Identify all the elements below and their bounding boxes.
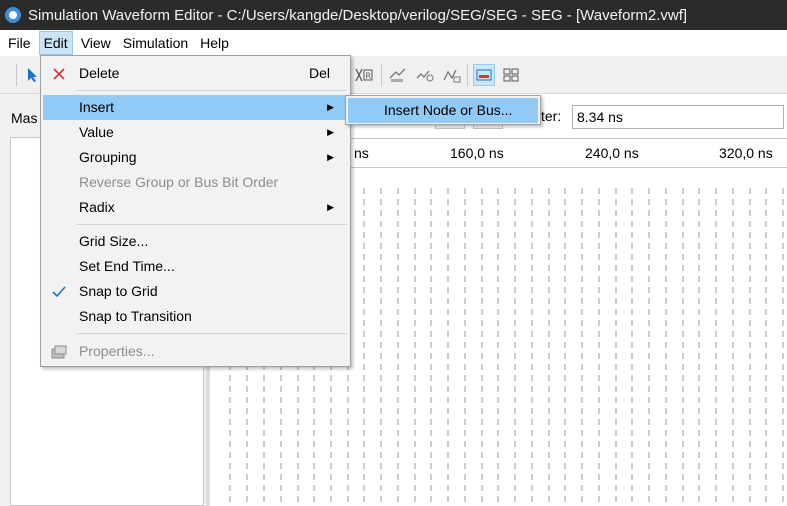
grid-size-icon[interactable] [500,64,522,86]
toolbar-separator [467,64,468,86]
svg-text:R: R [366,72,372,81]
menu-item-label: Snap to Transition [79,308,192,324]
title-bar: Simulation Waveform Editor - C:/Users/ka… [0,0,787,30]
menu-item-grouping[interactable]: Grouping ▶ [43,145,348,170]
menu-item-label: Insert Node or Bus... [384,102,513,118]
menu-item-label: Grouping [79,149,137,165]
menu-item-label: Radix [79,199,115,215]
pointer-label: ter: [541,108,562,124]
menu-simulation[interactable]: Simulation [119,31,192,55]
menu-item-snap-to-grid[interactable]: Snap to Grid [43,279,348,304]
menu-separator [77,333,347,334]
menu-item-insert-node-or-bus[interactable]: Insert Node or Bus... [348,98,538,123]
menu-item-set-end-time[interactable]: Set End Time... [43,254,348,279]
delete-x-icon [49,61,69,86]
random-value-icon[interactable] [441,64,463,86]
menu-item-properties: Properties... [43,339,348,364]
menu-separator [77,90,347,91]
menu-item-label: Reverse Group or Bus Bit Order [79,174,279,190]
menu-item-delete[interactable]: Delete Del [43,61,348,86]
menu-item-radix[interactable]: Radix ▶ [43,195,348,220]
menu-item-label: Delete [79,65,120,81]
submenu-arrow-icon: ▶ [327,152,334,162]
menu-edit[interactable]: Edit [38,31,73,55]
menu-bar: File Edit View Simulation Help [0,30,787,56]
invert-value-icon[interactable]: R [353,64,375,86]
pointer-value-field[interactable]: 8.34 ns [572,105,784,129]
menu-item-label: Set End Time... [79,258,175,274]
count-value-icon[interactable] [387,64,409,86]
snap-to-grid-icon[interactable] [473,64,495,86]
tick-label: 240,0 ns [585,145,639,161]
window-title: Simulation Waveform Editor - C:/Users/ka… [28,6,688,24]
menu-item-value[interactable]: Value ▶ [43,120,348,145]
menu-item-insert[interactable]: Insert ▶ [43,95,348,120]
menu-file[interactable]: File [4,31,35,55]
properties-icon [49,339,69,364]
menu-item-reverse-group: Reverse Group or Bus Bit Order [43,170,348,195]
shortcut-label: Del [308,65,330,81]
tick-label: ns [354,145,369,161]
menu-help[interactable]: Help [196,31,233,55]
edit-menu-dropdown: Delete Del Insert ▶ Value ▶ Grouping ▶ R… [40,55,351,367]
master-time-bar-label: Mas [11,110,38,126]
menu-view[interactable]: View [77,31,115,55]
menu-item-label: Snap to Grid [79,283,158,299]
checkmark-icon [49,279,69,304]
clock-value-icon[interactable] [414,64,436,86]
menu-item-label: Insert [79,99,115,115]
insert-submenu: Insert Node or Bus... [345,95,541,125]
menu-item-grid-size[interactable]: Grid Size... [43,229,348,254]
toolbar-separator [16,64,17,86]
submenu-arrow-icon: ▶ [327,102,334,112]
menu-item-label: Grid Size... [79,233,149,249]
app-icon [5,7,21,23]
tick-label: 160,0 ns [450,145,504,161]
menu-item-label: Properties... [79,343,155,359]
tick-label: 320,0 ns [719,145,773,161]
submenu-arrow-icon: ▶ [327,127,334,137]
menu-separator [77,224,347,225]
submenu-arrow-icon: ▶ [327,202,334,212]
toolbar-separator [381,64,382,86]
menu-item-label: Value [79,124,114,140]
menu-item-snap-to-transition[interactable]: Snap to Transition [43,304,348,329]
